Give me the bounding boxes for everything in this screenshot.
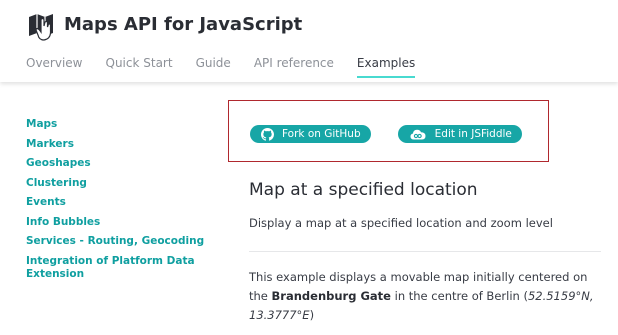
example-title: Map at a specified location — [249, 180, 478, 200]
sidebar-item-platform-data-extension[interactable]: Integration of Platform Data Extension — [26, 255, 216, 281]
action-buttons: Fork on GitHub Edit in JSFiddle — [250, 125, 549, 143]
sidebar: Maps Markers Geoshapes Clustering Events… — [26, 118, 216, 287]
tab-overview[interactable]: Overview — [26, 56, 83, 78]
description-text-2: in the centre of Berlin ( — [390, 289, 528, 303]
sidebar-item-geoshapes[interactable]: Geoshapes — [26, 157, 216, 170]
edit-in-jsfiddle-button[interactable]: Edit in JSFiddle — [397, 125, 522, 143]
fork-on-github-button[interactable]: Fork on GitHub — [250, 125, 371, 143]
tab-examples[interactable]: Examples — [356, 56, 416, 78]
header: Maps API for JavaScript Overview Quick S… — [0, 0, 618, 82]
github-icon — [261, 127, 274, 141]
github-button-label: Fork on GitHub — [282, 128, 361, 140]
top-nav: Overview Quick Start Guide API reference… — [26, 56, 438, 78]
sidebar-item-info-bubbles[interactable]: Info Bubbles — [26, 216, 216, 229]
map-hand-icon[interactable] — [27, 11, 57, 43]
jsfiddle-button-label: Edit in JSFiddle — [434, 128, 512, 140]
example-subtitle: Display a map at a specified location an… — [249, 216, 553, 230]
divider — [249, 251, 601, 252]
cloud-icon — [410, 128, 426, 140]
tab-quick-start[interactable]: Quick Start — [106, 56, 173, 78]
sidebar-item-clustering[interactable]: Clustering — [26, 177, 216, 190]
tab-guide[interactable]: Guide — [196, 56, 231, 78]
description-text-3: ) — [309, 308, 315, 322]
landmark-name: Brandenburg Gate — [271, 289, 391, 303]
sidebar-item-events[interactable]: Events — [26, 196, 216, 209]
sidebar-item-maps[interactable]: Maps — [26, 118, 216, 131]
example-description: This example displays a movable map init… — [249, 268, 609, 325]
sidebar-item-markers[interactable]: Markers — [26, 138, 216, 151]
app-title[interactable]: Maps API for JavaScript — [64, 14, 302, 35]
tab-api-reference[interactable]: API reference — [254, 56, 334, 78]
sidebar-item-services[interactable]: Services - Routing, Geocoding — [26, 235, 216, 248]
